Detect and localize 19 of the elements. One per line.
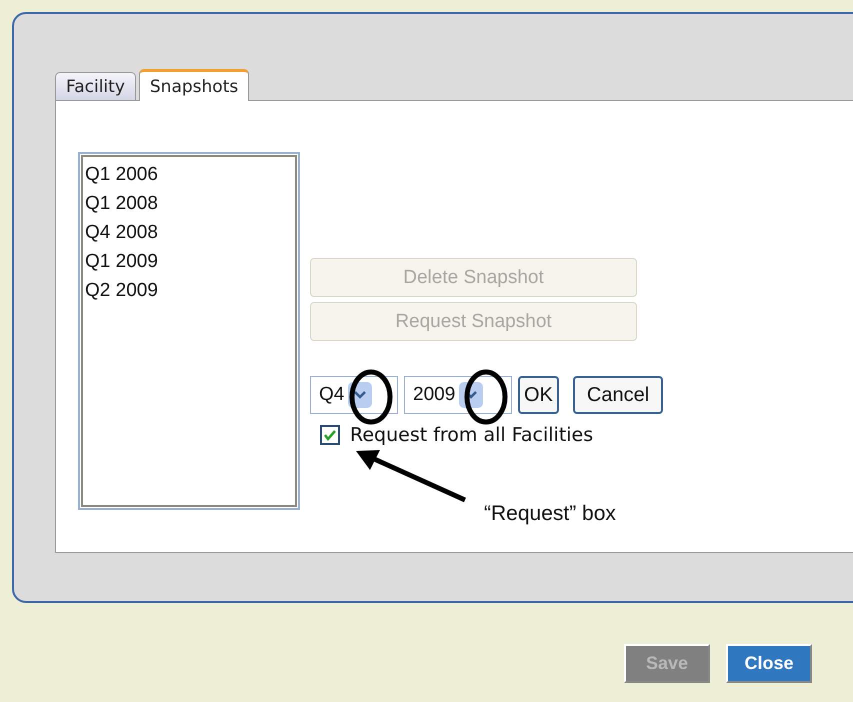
cancel-button[interactable]: Cancel [572,376,664,414]
ok-button[interactable]: OK [518,376,559,414]
year-select[interactable]: 2009 [404,376,512,414]
list-item[interactable]: Q1 2009 [85,247,293,276]
highlight-circle [350,370,392,424]
highlight-circle [464,370,508,424]
tab[interactable]: Facility [55,72,136,100]
snapshot-list[interactable]: Q1 2006 Q1 2008 Q4 2008 Q1 2009 Q2 2009 [78,152,300,510]
annotation-text: “Request” box [484,502,616,526]
checkbox[interactable] [320,425,340,445]
list-item[interactable]: Q2 2009 [85,276,293,305]
tab[interactable]: Snapshots [138,69,250,101]
checkmark-icon [323,429,337,441]
list-item[interactable]: Q1 2008 [85,189,293,218]
list-item[interactable]: Q4 2008 [85,218,293,247]
list-item[interactable]: Q1 2006 [85,160,293,189]
footer-button[interactable]: Close [726,644,812,683]
quarter-select[interactable]: Q4 [310,376,398,414]
checkbox-label: Request from all Facilities [350,424,594,446]
